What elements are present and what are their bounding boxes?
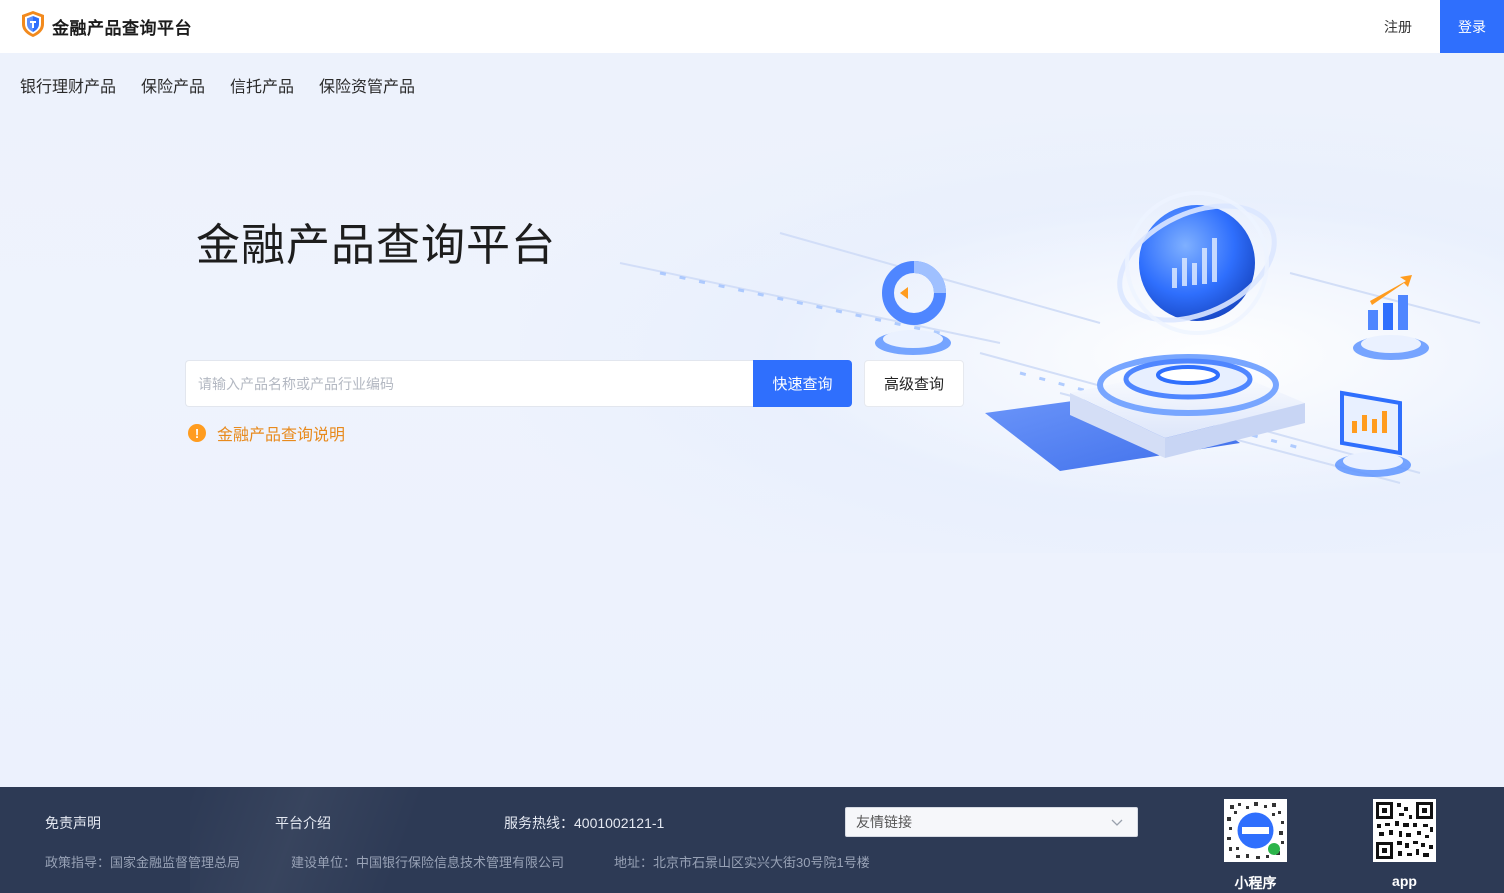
- hero-section: 银行理财产品 保险产品 信托产品 保险资管产品 金融产品查询平台 请输入产品名称…: [0, 53, 1504, 787]
- top-bar: 金融产品查询平台 注册 登录: [0, 0, 1504, 53]
- search-bar: 快速查询 高级查询: [185, 360, 964, 407]
- builder-unit: 建设单位：中国银行保险信息技术管理有限公司: [291, 855, 565, 870]
- app-label: app: [1392, 873, 1417, 889]
- mini-program-label: 小程序: [1234, 875, 1277, 891]
- platform-illustration: [619, 191, 1481, 484]
- friend-links-select[interactable]: 友情链接: [845, 807, 1138, 837]
- platform-intro-link[interactable]: 平台介绍: [275, 813, 331, 833]
- address: 地址：北京市石景山区实兴大街30号院1号楼: [614, 855, 870, 870]
- top-actions: 注册 登录: [1384, 0, 1504, 53]
- service-hotline: 服务热线：4001002121-1: [504, 815, 665, 831]
- login-button[interactable]: 登录: [1440, 0, 1504, 53]
- shield-logo-icon: [20, 10, 46, 43]
- nav-item-trust[interactable]: 信托产品: [230, 73, 294, 97]
- policy-guidance: 政策指导：国家金融监督管理总局: [45, 855, 241, 870]
- hero-title: 金融产品查询平台: [196, 221, 556, 270]
- nav-item-insurance[interactable]: 保险产品: [141, 73, 205, 97]
- nav-item-insurance-asset-mgmt[interactable]: 保险资管产品: [319, 73, 415, 97]
- quick-search-button[interactable]: 快速查询: [753, 360, 852, 407]
- query-instructions-text: 金融产品查询说明: [217, 427, 346, 444]
- disclaimer-link[interactable]: 免责声明: [45, 813, 101, 833]
- brand[interactable]: 金融产品查询平台: [20, 10, 192, 43]
- warning-icon: !: [188, 424, 206, 442]
- nav-item-bank-wealth[interactable]: 银行理财产品: [20, 73, 116, 97]
- product-nav: 银行理财产品 保险产品 信托产品 保险资管产品: [20, 73, 440, 97]
- footer: 免责声明 平台介绍 服务热线：4001002121-1 友情链接 政策指导：国家…: [0, 787, 1504, 893]
- mini-program-qr-code: [1224, 799, 1287, 862]
- register-link[interactable]: 注册: [1384, 17, 1412, 37]
- query-instructions-link[interactable]: ! 金融产品查询说明: [188, 421, 345, 445]
- app-qr-code: [1373, 799, 1436, 862]
- friend-links-label: 友情链接: [856, 814, 912, 830]
- product-search-input[interactable]: [185, 360, 753, 407]
- advanced-search-button[interactable]: 高级查询: [864, 360, 964, 407]
- brand-title: 金融产品查询平台: [52, 19, 192, 38]
- footer-decor-band: [190, 787, 490, 893]
- chevron-down-icon: [1111, 819, 1123, 826]
